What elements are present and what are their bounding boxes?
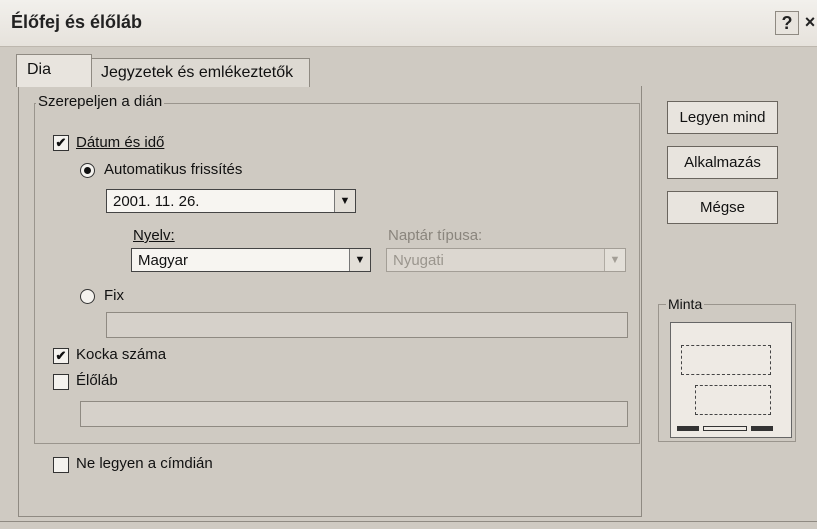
- calendar-type-value: Nyugati: [393, 252, 444, 269]
- language-value: Magyar: [138, 252, 189, 269]
- date-time-text: Dátum és idő: [76, 134, 165, 151]
- slide-number-label: Kocka száma: [76, 346, 167, 363]
- close-button[interactable]: ×: [799, 11, 817, 33]
- include-on-slide-group: [34, 103, 640, 444]
- apply-to-all-button[interactable]: Legyen mind: [667, 101, 778, 134]
- footer-label: Élőláb: [76, 372, 118, 389]
- date-time-label: Dátum és idő: [76, 134, 164, 151]
- preview-slide: [670, 322, 792, 438]
- footer-bar: [703, 426, 747, 431]
- body-placeholder: [695, 385, 771, 415]
- dont-show-on-title-label: Ne legyen a címdián: [76, 455, 213, 472]
- preview-legend: Minta: [666, 296, 705, 312]
- date-format-combo[interactable]: 2001. 11. 26. ▼: [106, 189, 356, 213]
- cancel-button[interactable]: Mégse: [667, 191, 778, 224]
- dialog-bottom-edge: [0, 521, 817, 522]
- tab-notes-handouts[interactable]: Jegyzetek és emlékeztetők: [90, 58, 310, 87]
- chevron-down-icon[interactable]: ▼: [349, 249, 370, 271]
- chevron-down-icon: ▼: [604, 249, 625, 271]
- auto-update-label: Automatikus frissítés: [104, 161, 243, 178]
- date-time-checkbox[interactable]: ✔: [53, 135, 69, 151]
- footer-input: [80, 401, 628, 427]
- dialog-title: Élőfej és élőláb: [11, 12, 143, 32]
- title-placeholder: [681, 345, 771, 375]
- help-button[interactable]: ?: [775, 11, 799, 35]
- auto-update-radio[interactable]: [80, 163, 95, 178]
- apply-button[interactable]: Alkalmazás: [667, 146, 778, 179]
- fixed-date-input: [106, 312, 628, 338]
- dont-show-on-title-checkbox[interactable]: [53, 457, 69, 473]
- language-label-text: Nyelv:: [133, 227, 175, 244]
- calendar-type-combo: Nyugati ▼: [386, 248, 626, 272]
- calendar-type-label: Naptár típusa:: [388, 227, 483, 244]
- number-footer-bar: [751, 426, 773, 431]
- slide-number-checkbox[interactable]: ✔: [53, 348, 69, 364]
- language-combo[interactable]: Magyar ▼: [131, 248, 371, 272]
- date-footer-bar: [677, 426, 699, 431]
- footer-checkbox[interactable]: [53, 374, 69, 390]
- title-bar: Élőfej és élőláb ? ×: [0, 0, 817, 47]
- fixed-radio[interactable]: [80, 289, 95, 304]
- group-legend: Szerepeljen a dián: [36, 93, 165, 110]
- fixed-label: Fix: [104, 287, 124, 304]
- date-format-value: 2001. 11. 26.: [113, 193, 200, 210]
- language-label: Nyelv:: [133, 227, 175, 244]
- chevron-down-icon[interactable]: ▼: [334, 190, 355, 212]
- tab-dia[interactable]: Dia: [16, 54, 92, 87]
